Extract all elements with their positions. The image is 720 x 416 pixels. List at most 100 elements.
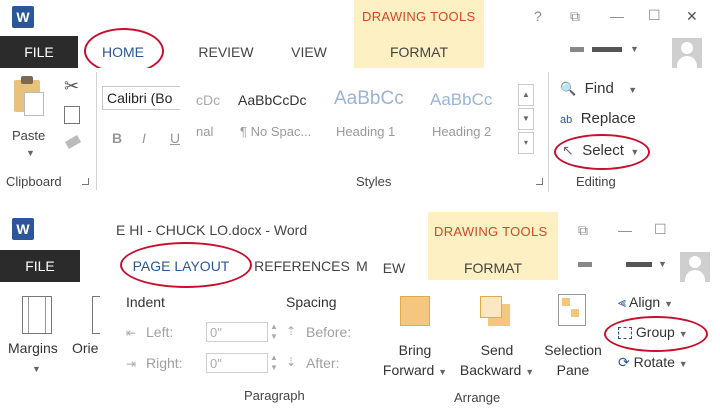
page-layout-highlight-circle	[120, 242, 252, 288]
style-heading-2[interactable]: AaBbCc Heading 2	[426, 78, 508, 142]
style-no-spacing[interactable]: AaBbCcDc ¶ No Spac...	[234, 78, 326, 142]
maximize-icon[interactable]: ☐	[648, 7, 661, 24]
minimize-icon-2[interactable]: —	[618, 222, 632, 238]
send-backward-label-2: Backward	[459, 362, 522, 378]
styles-scroll-down-icon[interactable]: ▼	[518, 108, 534, 130]
panel-styles-editing: cDc nal AaBbCcDc ¶ No Spac... AaBbCc Hea…	[196, 72, 720, 194]
align-dropdown-icon[interactable]: ▼	[664, 299, 673, 309]
styles-group-label: Styles	[356, 174, 392, 189]
replace-button[interactable]: ab Replace	[560, 110, 636, 130]
font-name-value: Calibri (Bo	[107, 90, 173, 106]
copy-icon[interactable]	[64, 106, 80, 124]
panel-gap-horizontal	[0, 196, 720, 212]
style-preview: AaBbCcDc	[238, 92, 307, 108]
margins-label[interactable]: Margins	[8, 340, 58, 356]
styles-separator	[548, 72, 549, 192]
bold-button[interactable]: B	[112, 130, 122, 146]
style-name: Heading 2	[432, 124, 492, 139]
panel-arrange: DRAWING TOOLS EW FORMAT ⧉ — ☐ ▼ Bring Fo…	[382, 212, 720, 416]
panel-home-tab: W FILE HOME	[0, 0, 180, 68]
minimize-icon[interactable]: —	[610, 8, 624, 24]
rotate-label: Rotate	[633, 354, 675, 370]
styles-launcher-icon[interactable]	[536, 178, 543, 185]
selection-pane-label-2: Pane	[556, 362, 590, 378]
underline-button[interactable]: U	[170, 130, 180, 146]
margins-icon[interactable]	[22, 296, 52, 334]
style-name: ¶ No Spac...	[240, 124, 312, 139]
help-icon[interactable]: ?	[534, 8, 542, 24]
panel-gap-vertical	[180, 0, 196, 196]
tab-review[interactable]: REVIEW	[196, 36, 256, 68]
window-title: E HI - CHUCK LO.docx - Word	[116, 222, 308, 238]
align-button[interactable]: ⫷ Align ▼	[618, 294, 673, 311]
tab-view-partial[interactable]: EW	[382, 252, 406, 284]
rotate-button[interactable]: ⟳ Rotate ▼	[618, 354, 688, 371]
style-preview: cDc	[196, 92, 221, 108]
find-label: Find	[584, 80, 614, 97]
drawing-tools-label-2: DRAWING TOOLS	[434, 224, 548, 239]
send-backward-label-1: Send	[480, 342, 514, 358]
style-name: nal	[196, 124, 214, 139]
panel-margins: W FILE Margins ▼ Orie	[0, 212, 100, 416]
clipboard-launcher-icon[interactable]	[82, 178, 89, 185]
find-button[interactable]: 🔍 Find ▼	[560, 80, 637, 100]
cut-icon[interactable]: ✂	[64, 76, 79, 97]
account-dropdown-icon[interactable]: ▼	[630, 44, 639, 54]
close-icon[interactable]: ✕	[686, 8, 698, 25]
italic-button[interactable]: I	[142, 130, 146, 146]
format-painter-icon[interactable]	[64, 135, 82, 149]
indent-left-label: Left:	[146, 324, 174, 340]
file-tab-2[interactable]: FILE	[0, 250, 80, 282]
rotate-dropdown-icon[interactable]: ▼	[679, 359, 688, 369]
file-tab[interactable]: FILE	[0, 36, 78, 68]
word-app-icon: W	[12, 6, 34, 28]
indent-right-spinner-icon[interactable]: ▲ ▼	[270, 353, 278, 373]
styles-scroll-up-icon[interactable]: ▲	[518, 84, 534, 106]
send-backward-dropdown-icon[interactable]: ▼	[525, 367, 534, 377]
spacing-label: Spacing	[286, 294, 337, 310]
style-preview: AaBbCc	[334, 88, 404, 109]
style-heading-1[interactable]: AaBbCc Heading 1	[330, 78, 422, 142]
ribbon-display-icon-2[interactable]: ⧉	[578, 222, 588, 239]
tab-references[interactable]: REFERENCES	[254, 250, 350, 282]
send-backward-button[interactable]: Send Backward ▼	[456, 340, 538, 382]
selection-pane-icon[interactable]	[558, 294, 586, 326]
clipboard-separator	[96, 72, 97, 190]
account-dropdown-icon-2[interactable]: ▼	[658, 259, 667, 269]
paste-dropdown-icon[interactable]: ▼	[26, 148, 35, 158]
bring-forward-dropdown-icon[interactable]: ▼	[438, 367, 447, 377]
font-name-field[interactable]: Calibri (Bo	[102, 86, 180, 110]
selection-pane-button[interactable]: Selection Pane	[538, 340, 608, 380]
orientation-icon[interactable]	[92, 296, 100, 334]
styles-more-icon[interactable]: ▾	[518, 132, 534, 154]
orientation-label[interactable]: Orie	[72, 340, 98, 356]
margins-dropdown-icon[interactable]: ▼	[32, 364, 41, 374]
account-name-block	[570, 47, 584, 52]
maximize-icon-2[interactable]: ☐	[654, 221, 667, 238]
indent-right-input[interactable]: 0"	[206, 353, 268, 373]
bring-forward-button[interactable]: Bring Forward ▼	[382, 340, 448, 382]
selection-pane-label-1: Selection	[544, 342, 602, 358]
paste-button-label[interactable]: Paste	[12, 128, 45, 143]
avatar-2[interactable]	[680, 252, 710, 282]
send-backward-icon[interactable]	[480, 296, 510, 326]
tab-mailings[interactable]: M	[354, 250, 370, 282]
tab-format-2[interactable]: FORMAT	[448, 252, 538, 284]
indent-left-input[interactable]: 0"	[206, 322, 268, 342]
drawing-tools-label: DRAWING TOOLS	[362, 9, 476, 24]
tab-view[interactable]: VIEW	[284, 36, 334, 68]
replace-icon: ab	[560, 114, 573, 126]
binoculars-icon: 🔍	[560, 81, 577, 96]
bring-forward-label-1: Bring	[398, 342, 432, 358]
indent-right-label: Right:	[146, 355, 183, 371]
ribbon-display-icon[interactable]: ⧉	[570, 8, 580, 25]
avatar[interactable]	[672, 38, 702, 68]
panel-clipboard-font: Paste ▼ ✂ Clipboard Calibri (Bo B I U	[0, 68, 180, 194]
style-normal[interactable]: cDc nal	[196, 78, 230, 142]
find-dropdown-icon[interactable]: ▼	[628, 85, 637, 95]
align-icon: ⫷	[618, 294, 626, 310]
indent-left-spinner-icon[interactable]: ▲ ▼	[270, 322, 278, 342]
paste-icon[interactable]	[14, 76, 44, 116]
bring-forward-icon[interactable]	[400, 296, 430, 326]
tab-format[interactable]: FORMAT	[374, 36, 464, 68]
